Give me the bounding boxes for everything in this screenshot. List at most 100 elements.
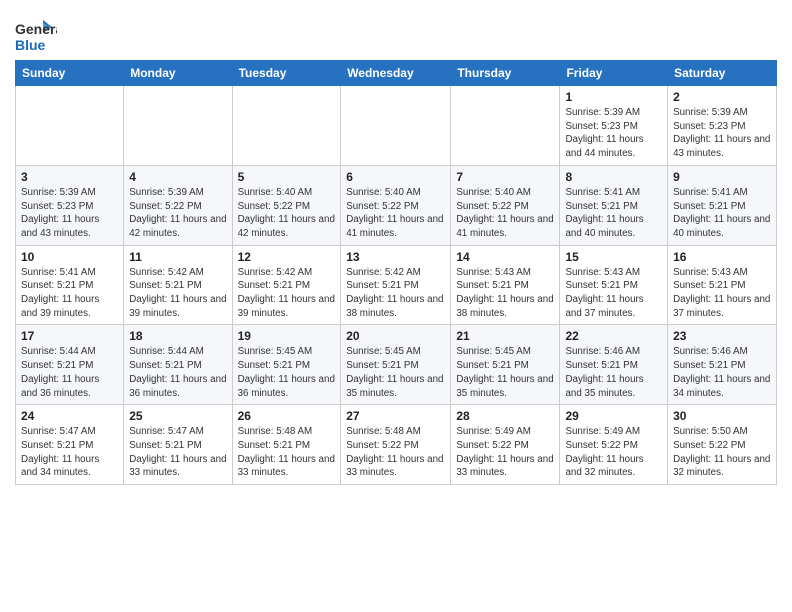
day-info: Sunrise: 5:48 AM Sunset: 5:21 PM Dayligh… [238,425,336,480]
calendar-cell: 15 Sunrise: 5:43 AM Sunset: 5:21 PM Dayli… [560,245,668,325]
calendar-cell: 2 Sunrise: 5:39 AM Sunset: 5:23 PM Daylig… [668,86,777,166]
day-number: 27 [346,409,445,423]
calendar-cell: 5Sunrise: 5:40 AM Sunset: 5:22 PM Daylig… [232,165,341,245]
calendar-cell: 23 Sunrise: 5:46 AM Sunset: 5:21 PM Dayli… [668,325,777,405]
calendar-cell: 12 Sunrise: 5:42 AM Sunset: 5:21 PM Dayli… [232,245,341,325]
calendar-cell: 1 Sunrise: 5:39 AM Sunset: 5:23 PM Daylig… [560,86,668,166]
day-number: 23 [673,329,771,343]
day-number: 8 [565,170,662,184]
calendar-cell: 19 Sunrise: 5:45 AM Sunset: 5:21 PM Dayli… [232,325,341,405]
day-header-friday: Friday [560,61,668,86]
calendar-cell: 7 Sunrise: 5:40 AM Sunset: 5:22 PM Daylig… [451,165,560,245]
svg-text:General: General [15,21,57,37]
day-number: 20 [346,329,445,343]
day-info: Sunrise: 5:49 AM Sunset: 5:22 PM Dayligh… [565,425,662,480]
calendar-cell: 16 Sunrise: 5:43 AM Sunset: 5:21 PM Dayli… [668,245,777,325]
day-number: 19 [238,329,336,343]
day-info: Sunrise: 5:41 AM Sunset: 5:21 PM Dayligh… [21,266,118,321]
day-info: Sunrise: 5:39 AM Sunset: 5:23 PM Dayligh… [21,186,118,241]
calendar-cell: 24 Sunrise: 5:47 AM Sunset: 5:21 PM Dayli… [16,405,124,485]
calendar-cell: 30 Sunrise: 5:50 AM Sunset: 5:22 PM Dayli… [668,405,777,485]
day-info: Sunrise: 5:50 AM Sunset: 5:22 PM Dayligh… [673,425,771,480]
day-number: 16 [673,250,771,264]
calendar-cell: 4 Sunrise: 5:39 AM Sunset: 5:22 PM Daylig… [124,165,232,245]
day-number: 12 [238,250,336,264]
calendar-cell: 21Sunrise: 5:45 AM Sunset: 5:21 PM Dayli… [451,325,560,405]
calendar-table: SundayMondayTuesdayWednesdayThursdayFrid… [15,60,777,485]
day-info: Sunrise: 5:47 AM Sunset: 5:21 PM Dayligh… [129,425,226,480]
calendar-cell [124,86,232,166]
day-info: Sunrise: 5:42 AM Sunset: 5:21 PM Dayligh… [238,266,336,321]
calendar-cell: 29 Sunrise: 5:49 AM Sunset: 5:22 PM Dayli… [560,405,668,485]
day-number: 4 [129,170,226,184]
day-number: 24 [21,409,118,423]
calendar-cell: 9 Sunrise: 5:41 AM Sunset: 5:21 PM Daylig… [668,165,777,245]
day-info: Sunrise: 5:42 AM Sunset: 5:21 PM Dayligh… [346,266,445,321]
day-number: 1 [565,90,662,104]
calendar-cell: 11 Sunrise: 5:42 AM Sunset: 5:21 PM Dayli… [124,245,232,325]
calendar-cell [232,86,341,166]
day-info: Sunrise: 5:45 AM Sunset: 5:21 PM Dayligh… [238,345,336,400]
day-number: 2 [673,90,771,104]
day-info: Sunrise: 5:46 AM Sunset: 5:21 PM Dayligh… [565,345,662,400]
calendar-cell [16,86,124,166]
day-number: 5 [238,170,336,184]
svg-text:Blue: Blue [15,37,46,53]
day-header-tuesday: Tuesday [232,61,341,86]
calendar-cell: 3Sunrise: 5:39 AM Sunset: 5:23 PM Daylig… [16,165,124,245]
day-info: Sunrise: 5:46 AM Sunset: 5:21 PM Dayligh… [673,345,771,400]
day-header-sunday: Sunday [16,61,124,86]
calendar-cell: 27 Sunrise: 5:48 AM Sunset: 5:22 PM Dayli… [341,405,451,485]
day-number: 10 [21,250,118,264]
calendar-cell: 14 Sunrise: 5:43 AM Sunset: 5:21 PM Dayli… [451,245,560,325]
calendar-cell: 22 Sunrise: 5:46 AM Sunset: 5:21 PM Dayli… [560,325,668,405]
day-info: Sunrise: 5:48 AM Sunset: 5:22 PM Dayligh… [346,425,445,480]
calendar-cell: 6 Sunrise: 5:40 AM Sunset: 5:22 PM Daylig… [341,165,451,245]
day-info: Sunrise: 5:43 AM Sunset: 5:21 PM Dayligh… [456,266,554,321]
calendar-cell: 28 Sunrise: 5:49 AM Sunset: 5:22 PM Dayli… [451,405,560,485]
day-number: 18 [129,329,226,343]
day-number: 17 [21,329,118,343]
logo: GeneralBlue [15,16,57,56]
calendar-cell [451,86,560,166]
day-header-saturday: Saturday [668,61,777,86]
day-info: Sunrise: 5:43 AM Sunset: 5:21 PM Dayligh… [673,266,771,321]
day-info: Sunrise: 5:42 AM Sunset: 5:21 PM Dayligh… [129,266,226,321]
day-number: 29 [565,409,662,423]
day-info: Sunrise: 5:45 AM Sunset: 5:21 PM Dayligh… [346,345,445,400]
day-number: 22 [565,329,662,343]
day-number: 11 [129,250,226,264]
day-number: 15 [565,250,662,264]
calendar-week-1: 1 Sunrise: 5:39 AM Sunset: 5:23 PM Daylig… [16,86,777,166]
day-number: 30 [673,409,771,423]
logo-svg: GeneralBlue [15,16,57,56]
calendar-week-4: 17 Sunrise: 5:44 AM Sunset: 5:21 PM Dayli… [16,325,777,405]
day-number: 14 [456,250,554,264]
day-info: Sunrise: 5:41 AM Sunset: 5:21 PM Dayligh… [673,186,771,241]
day-info: Sunrise: 5:40 AM Sunset: 5:22 PM Dayligh… [456,186,554,241]
day-header-wednesday: Wednesday [341,61,451,86]
day-number: 7 [456,170,554,184]
day-info: Sunrise: 5:40 AM Sunset: 5:22 PM Dayligh… [346,186,445,241]
day-header-thursday: Thursday [451,61,560,86]
day-info: Sunrise: 5:45 AM Sunset: 5:21 PM Dayligh… [456,345,554,400]
day-number: 13 [346,250,445,264]
calendar-cell [341,86,451,166]
day-info: Sunrise: 5:49 AM Sunset: 5:22 PM Dayligh… [456,425,554,480]
day-info: Sunrise: 5:44 AM Sunset: 5:21 PM Dayligh… [129,345,226,400]
calendar-cell: 18 Sunrise: 5:44 AM Sunset: 5:21 PM Dayli… [124,325,232,405]
calendar-cell: 8 Sunrise: 5:41 AM Sunset: 5:21 PM Daylig… [560,165,668,245]
day-info: Sunrise: 5:47 AM Sunset: 5:21 PM Dayligh… [21,425,118,480]
day-info: Sunrise: 5:39 AM Sunset: 5:22 PM Dayligh… [129,186,226,241]
day-info: Sunrise: 5:43 AM Sunset: 5:21 PM Dayligh… [565,266,662,321]
day-number: 28 [456,409,554,423]
header-row: SundayMondayTuesdayWednesdayThursdayFrid… [16,61,777,86]
day-info: Sunrise: 5:39 AM Sunset: 5:23 PM Dayligh… [673,106,771,161]
day-header-monday: Monday [124,61,232,86]
day-number: 6 [346,170,445,184]
page-header: GeneralBlue [15,10,777,56]
day-info: Sunrise: 5:41 AM Sunset: 5:21 PM Dayligh… [565,186,662,241]
day-info: Sunrise: 5:39 AM Sunset: 5:23 PM Dayligh… [565,106,662,161]
day-number: 9 [673,170,771,184]
calendar-week-5: 24 Sunrise: 5:47 AM Sunset: 5:21 PM Dayli… [16,405,777,485]
